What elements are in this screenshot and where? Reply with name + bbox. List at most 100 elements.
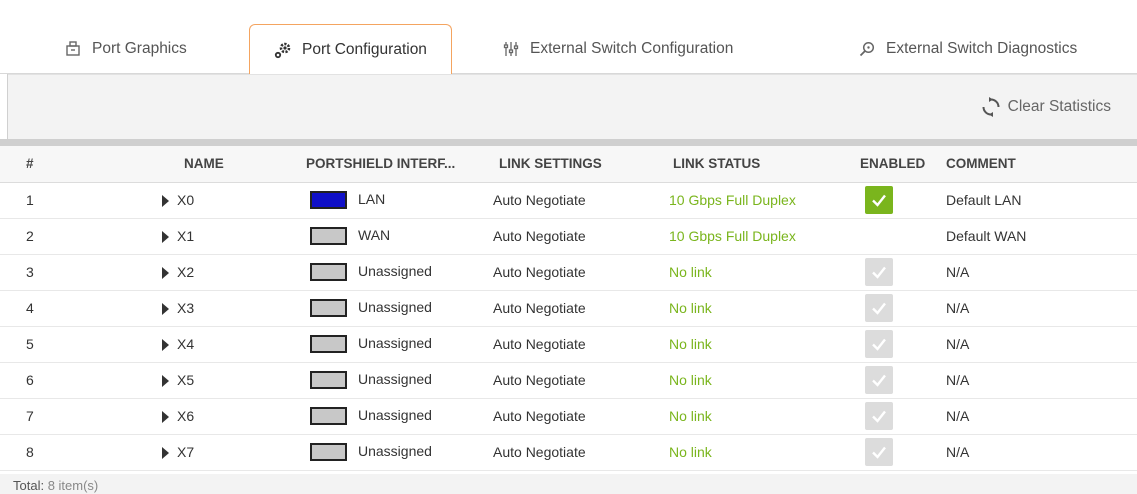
table-row[interactable]: 4 X3 Unassigned Auto Negotiate No link N/A: [0, 290, 1137, 327]
enabled-checkbox[interactable]: [865, 186, 893, 214]
table-row[interactable]: 3 X2 Unassigned Auto Negotiate No link N/A: [0, 254, 1137, 291]
port-graphics-icon: [64, 40, 82, 58]
row-name-cell: X0: [76, 182, 288, 219]
tab-label: External Switch Configuration: [530, 40, 734, 57]
tab-port-graphics[interactable]: Port Graphics: [64, 24, 187, 74]
row-name-cell: X4: [76, 326, 288, 363]
row-number: 8: [0, 434, 76, 471]
row-portshield-cell: Unassigned: [288, 326, 481, 363]
col-header-link-status[interactable]: LINK STATUS: [655, 146, 842, 183]
tab-external-switch-configuration[interactable]: External Switch Configuration: [502, 24, 733, 74]
row-portshield-cell: WAN: [288, 218, 481, 255]
row-portshield: Unassigned: [358, 334, 432, 351]
col-header-portshield[interactable]: PORTSHIELD INTERF...: [288, 146, 481, 183]
expand-caret-icon[interactable]: [162, 195, 169, 208]
sliders-icon: [502, 40, 520, 58]
row-name: X3: [177, 300, 195, 316]
enabled-checkbox[interactable]: [865, 294, 893, 322]
row-name-cell: X2: [76, 254, 288, 291]
portshield-color-swatch: [310, 371, 347, 390]
table-row[interactable]: 5 X4 Unassigned Auto Negotiate No link N/A: [0, 326, 1137, 363]
magnifier-icon: [858, 40, 876, 58]
enabled-checkbox[interactable]: [865, 402, 893, 430]
table-row[interactable]: 2 X1 WAN Auto Negotiate 10 Gbps Full Duplex D…: [0, 218, 1137, 255]
row-comment: N/A: [944, 434, 1137, 471]
clear-statistics-label: Clear Statistics: [1007, 98, 1111, 115]
row-portshield: WAN: [358, 226, 391, 243]
row-portshield: Unassigned: [358, 370, 432, 387]
table-footer: Total: 8 item(s): [0, 474, 1137, 494]
row-portshield: LAN: [358, 190, 386, 207]
row-link-settings: Auto Negotiate: [481, 434, 655, 471]
tab-label: Port Graphics: [92, 40, 187, 57]
tab-port-configuration[interactable]: Port Configuration: [249, 24, 452, 75]
enabled-checkbox[interactable]: [865, 330, 893, 358]
row-name: X5: [177, 372, 195, 388]
col-header-comment[interactable]: COMMENT: [944, 146, 1137, 183]
portshield-color-swatch: [310, 227, 347, 246]
tab-label: External Switch Diagnostics: [886, 40, 1078, 57]
expand-caret-icon[interactable]: [162, 375, 169, 388]
total-value: 8 item(s): [47, 478, 99, 493]
row-link-settings: Auto Negotiate: [481, 254, 655, 291]
row-comment: N/A: [944, 398, 1137, 435]
row-name: X7: [177, 444, 195, 460]
expand-caret-icon[interactable]: [162, 411, 169, 424]
row-link-status: No link: [655, 290, 842, 327]
table-body: 1 X0 LAN Auto Negotiate 10 Gbps Full Duplex D…: [0, 182, 1137, 471]
row-enabled-cell: [842, 254, 944, 291]
row-portshield: Unassigned: [358, 262, 432, 279]
row-name: X1: [177, 228, 195, 244]
row-portshield-cell: Unassigned: [288, 362, 481, 399]
row-portshield-cell: Unassigned: [288, 254, 481, 291]
row-name-cell: X6: [76, 398, 288, 435]
row-comment: N/A: [944, 290, 1137, 327]
row-number: 7: [0, 398, 76, 435]
expand-caret-icon[interactable]: [162, 231, 169, 244]
col-header-number[interactable]: #: [0, 146, 76, 183]
col-header-name[interactable]: NAME: [76, 146, 288, 183]
row-enabled-cell: [842, 326, 944, 363]
row-name: X2: [177, 264, 195, 280]
table-row[interactable]: 8 X7 Unassigned Auto Negotiate No link N/A: [0, 434, 1137, 471]
clear-statistics-button[interactable]: Clear Statistics: [981, 97, 1111, 117]
row-link-status: 10 Gbps Full Duplex: [655, 218, 842, 255]
expand-caret-icon[interactable]: [162, 447, 169, 460]
row-number: 5: [0, 326, 76, 363]
table-row[interactable]: 7 X6 Unassigned Auto Negotiate No link N/A: [0, 398, 1137, 435]
expand-caret-icon[interactable]: [162, 303, 169, 316]
col-header-enabled[interactable]: ENABLED: [842, 146, 944, 183]
row-name-cell: X5: [76, 362, 288, 399]
row-portshield-cell: LAN: [288, 182, 481, 219]
row-portshield: Unassigned: [358, 406, 432, 423]
portshield-color-swatch: [310, 299, 347, 318]
row-link-status: No link: [655, 254, 842, 291]
portshield-color-swatch: [310, 191, 347, 210]
enabled-checkbox[interactable]: [865, 366, 893, 394]
row-number: 3: [0, 254, 76, 291]
table-row[interactable]: 6 X5 Unassigned Auto Negotiate No link N/A: [0, 362, 1137, 399]
table-row[interactable]: 1 X0 LAN Auto Negotiate 10 Gbps Full Duplex D…: [0, 182, 1137, 219]
row-link-settings: Auto Negotiate: [481, 398, 655, 435]
expand-caret-icon[interactable]: [162, 339, 169, 352]
portshield-color-swatch: [310, 443, 347, 462]
table-header-row: # NAME PORTSHIELD INTERF... LINK SETTING…: [0, 146, 1137, 183]
row-comment: Default WAN: [944, 218, 1137, 255]
expand-caret-icon[interactable]: [162, 267, 169, 280]
col-header-link-settings[interactable]: LINK SETTINGS: [481, 146, 655, 183]
row-number: 2: [0, 218, 76, 255]
gear-icon: [274, 41, 292, 59]
row-link-settings: Auto Negotiate: [481, 362, 655, 399]
row-comment: N/A: [944, 326, 1137, 363]
row-portshield-cell: Unassigned: [288, 290, 481, 327]
row-name: X4: [177, 336, 195, 352]
row-name-cell: X1: [76, 218, 288, 255]
row-link-settings: Auto Negotiate: [481, 182, 655, 219]
row-link-status: No link: [655, 434, 842, 471]
enabled-checkbox[interactable]: [865, 258, 893, 286]
total-label: Total:: [13, 478, 45, 493]
separator-bar: [0, 139, 1137, 146]
tab-external-switch-diagnostics[interactable]: External Switch Diagnostics: [858, 24, 1077, 74]
portshield-color-swatch: [310, 335, 347, 354]
enabled-checkbox[interactable]: [865, 438, 893, 466]
